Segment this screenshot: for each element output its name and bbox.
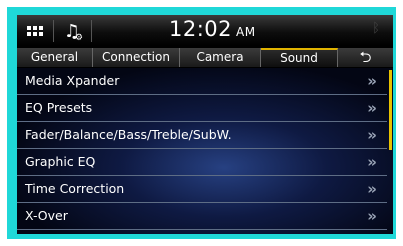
- chevron-right-icon: »: [367, 153, 377, 171]
- tab-general[interactable]: General: [17, 48, 93, 67]
- list-item-label: Graphic EQ: [25, 154, 96, 169]
- back-arrow-icon[interactable]: ⮌: [338, 48, 393, 67]
- bluetooth-icon: ᛒ: [372, 21, 380, 36]
- list-item-label: EQ Presets: [25, 100, 93, 115]
- chevron-right-icon: »: [367, 180, 377, 198]
- clock-ampm: AM: [236, 25, 256, 39]
- grid-menu-icon[interactable]: [19, 18, 51, 44]
- list-item-label: Media Xpander: [25, 73, 120, 88]
- chevron-right-icon: »: [367, 99, 377, 117]
- list-item-eq-presets[interactable]: EQ Presets »: [17, 95, 387, 122]
- chevron-right-icon: »: [367, 72, 377, 90]
- list-item-fader-balance[interactable]: Fader/Balance/Bass/Treble/SubW. »: [17, 122, 387, 149]
- list-item-media-xpander[interactable]: Media Xpander »: [17, 68, 387, 95]
- tab-camera[interactable]: Camera: [180, 48, 261, 67]
- music-settings-icon[interactable]: ♫ ⚙: [55, 18, 89, 44]
- tab-bar: General Connection Camera Sound ⮌: [17, 48, 393, 67]
- status-bar: ♫ ⚙ 12:02 AM ᛒ: [17, 15, 393, 46]
- status-divider: [91, 20, 92, 42]
- list-item-label: Fader/Balance/Bass/Treble/SubW.: [25, 127, 232, 142]
- list-item-label: Time Correction: [25, 181, 125, 196]
- list-item-x-over[interactable]: X-Over »: [17, 203, 387, 230]
- tab-sound[interactable]: Sound: [261, 48, 338, 67]
- list-item-time-correction[interactable]: Time Correction »: [17, 176, 387, 203]
- clock: 12:02 AM: [169, 17, 256, 41]
- chevron-right-icon: »: [367, 207, 377, 225]
- head-unit-screen: ♫ ⚙ 12:02 AM ᛒ General Connection Camera S…: [17, 15, 393, 234]
- list-item-graphic-eq[interactable]: Graphic EQ »: [17, 149, 387, 176]
- status-divider: [53, 20, 54, 42]
- list-item-label: X-Over: [25, 208, 68, 223]
- sound-settings-list: Media Xpander » EQ Presets » Fader/Balan…: [17, 68, 393, 234]
- tab-connection[interactable]: Connection: [93, 48, 180, 67]
- clock-time: 12:02: [169, 17, 233, 41]
- chevron-right-icon: »: [367, 126, 377, 144]
- scrollbar[interactable]: [389, 70, 392, 150]
